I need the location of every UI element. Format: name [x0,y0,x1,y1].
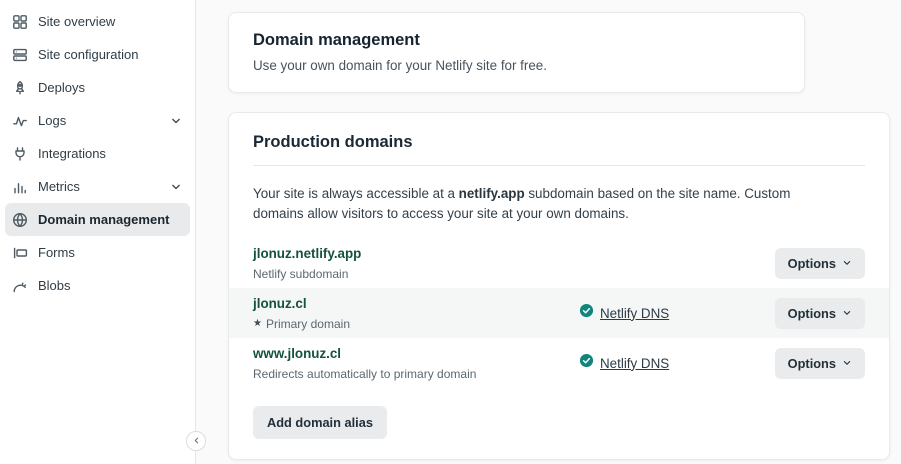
sidebar-item-label: Logs [38,113,66,128]
bar-chart-icon [12,179,28,195]
production-domains-title: Production domains [253,133,865,152]
domain-row: jlonuz.netlify.app Netlify subdomain Opt… [229,238,889,288]
star-icon: ★ [253,319,262,329]
sidebar-item-deploys[interactable]: Deploys [5,71,190,104]
main-content: Domain management Use your own domain fo… [196,0,901,464]
chevron-left-icon [191,434,202,449]
activity-icon [12,113,28,129]
sidebar-item-logs[interactable]: Logs [5,104,190,137]
check-circle-icon [579,353,594,373]
page-title: Domain management [253,31,780,50]
domain-row: jlonuz.cl ★ Primary domain Netlify DNS O… [229,288,889,338]
domain-note: Netlify subdomain [253,267,579,281]
add-domain-alias-button[interactable]: Add domain alias [253,406,387,439]
options-button[interactable]: Options [775,348,865,379]
production-domains-description: Your site is always accessible at a netl… [253,184,809,224]
domain-link[interactable]: www.jlonuz.cl [253,346,341,361]
chevron-down-icon [842,358,852,368]
domain-note: ★ Primary domain [253,317,579,331]
netlify-dns-link[interactable]: Netlify DNS [600,306,669,321]
netlify-dns-link[interactable]: Netlify DNS [600,356,669,371]
chevron-down-icon [842,308,852,318]
form-icon [12,245,28,261]
blob-icon [12,278,28,294]
page-subtitle: Use your own domain for your Netlify sit… [253,58,780,73]
globe-icon [12,212,28,228]
sidebar-item-label: Metrics [38,179,80,194]
sidebar-item-label: Site configuration [38,47,138,62]
options-button[interactable]: Options [775,248,865,279]
sidebar-item-label: Deploys [38,80,85,95]
divider [253,165,865,166]
sidebar-item-label: Domain management [38,212,169,227]
production-domains-card: Production domains Your site is always a… [228,112,890,460]
dns-badge: Netlify DNS [579,303,669,323]
sidebar-item-label: Forms [38,245,75,260]
plug-icon [12,146,28,162]
sidebar: Site overview Site configuration Deploys… [0,0,196,464]
chevron-down-icon[interactable] [170,181,182,193]
sidebar-item-domain-management[interactable]: Domain management [5,203,190,236]
sidebar-item-site-configuration[interactable]: Site configuration [5,38,190,71]
sidebar-item-integrations[interactable]: Integrations [5,137,190,170]
sidebar-item-forms[interactable]: Forms [5,236,190,269]
domain-row: www.jlonuz.cl Redirects automatically to… [229,338,889,388]
chevron-down-icon [842,258,852,268]
check-circle-icon [579,303,594,323]
options-button[interactable]: Options [775,298,865,329]
domain-link[interactable]: jlonuz.cl [253,296,307,311]
grid-icon [12,14,28,30]
sidebar-item-blobs[interactable]: Blobs [5,269,190,302]
chevron-down-icon[interactable] [170,115,182,127]
rocket-icon [12,80,28,96]
sidebar-item-label: Integrations [38,146,106,161]
server-icon [12,47,28,63]
dns-badge: Netlify DNS [579,353,669,373]
sidebar-collapse-button[interactable] [186,431,206,451]
sidebar-item-label: Site overview [38,14,115,29]
domain-list: jlonuz.netlify.app Netlify subdomain Opt… [253,238,865,388]
domain-management-header-card: Domain management Use your own domain fo… [228,12,805,93]
sidebar-item-site-overview[interactable]: Site overview [5,5,190,38]
sidebar-item-metrics[interactable]: Metrics [5,170,190,203]
sidebar-item-label: Blobs [38,278,71,293]
domain-link[interactable]: jlonuz.netlify.app [253,246,361,261]
domain-note: Redirects automatically to primary domai… [253,367,579,381]
sidebar-nav: Site overview Site configuration Deploys… [0,5,195,302]
